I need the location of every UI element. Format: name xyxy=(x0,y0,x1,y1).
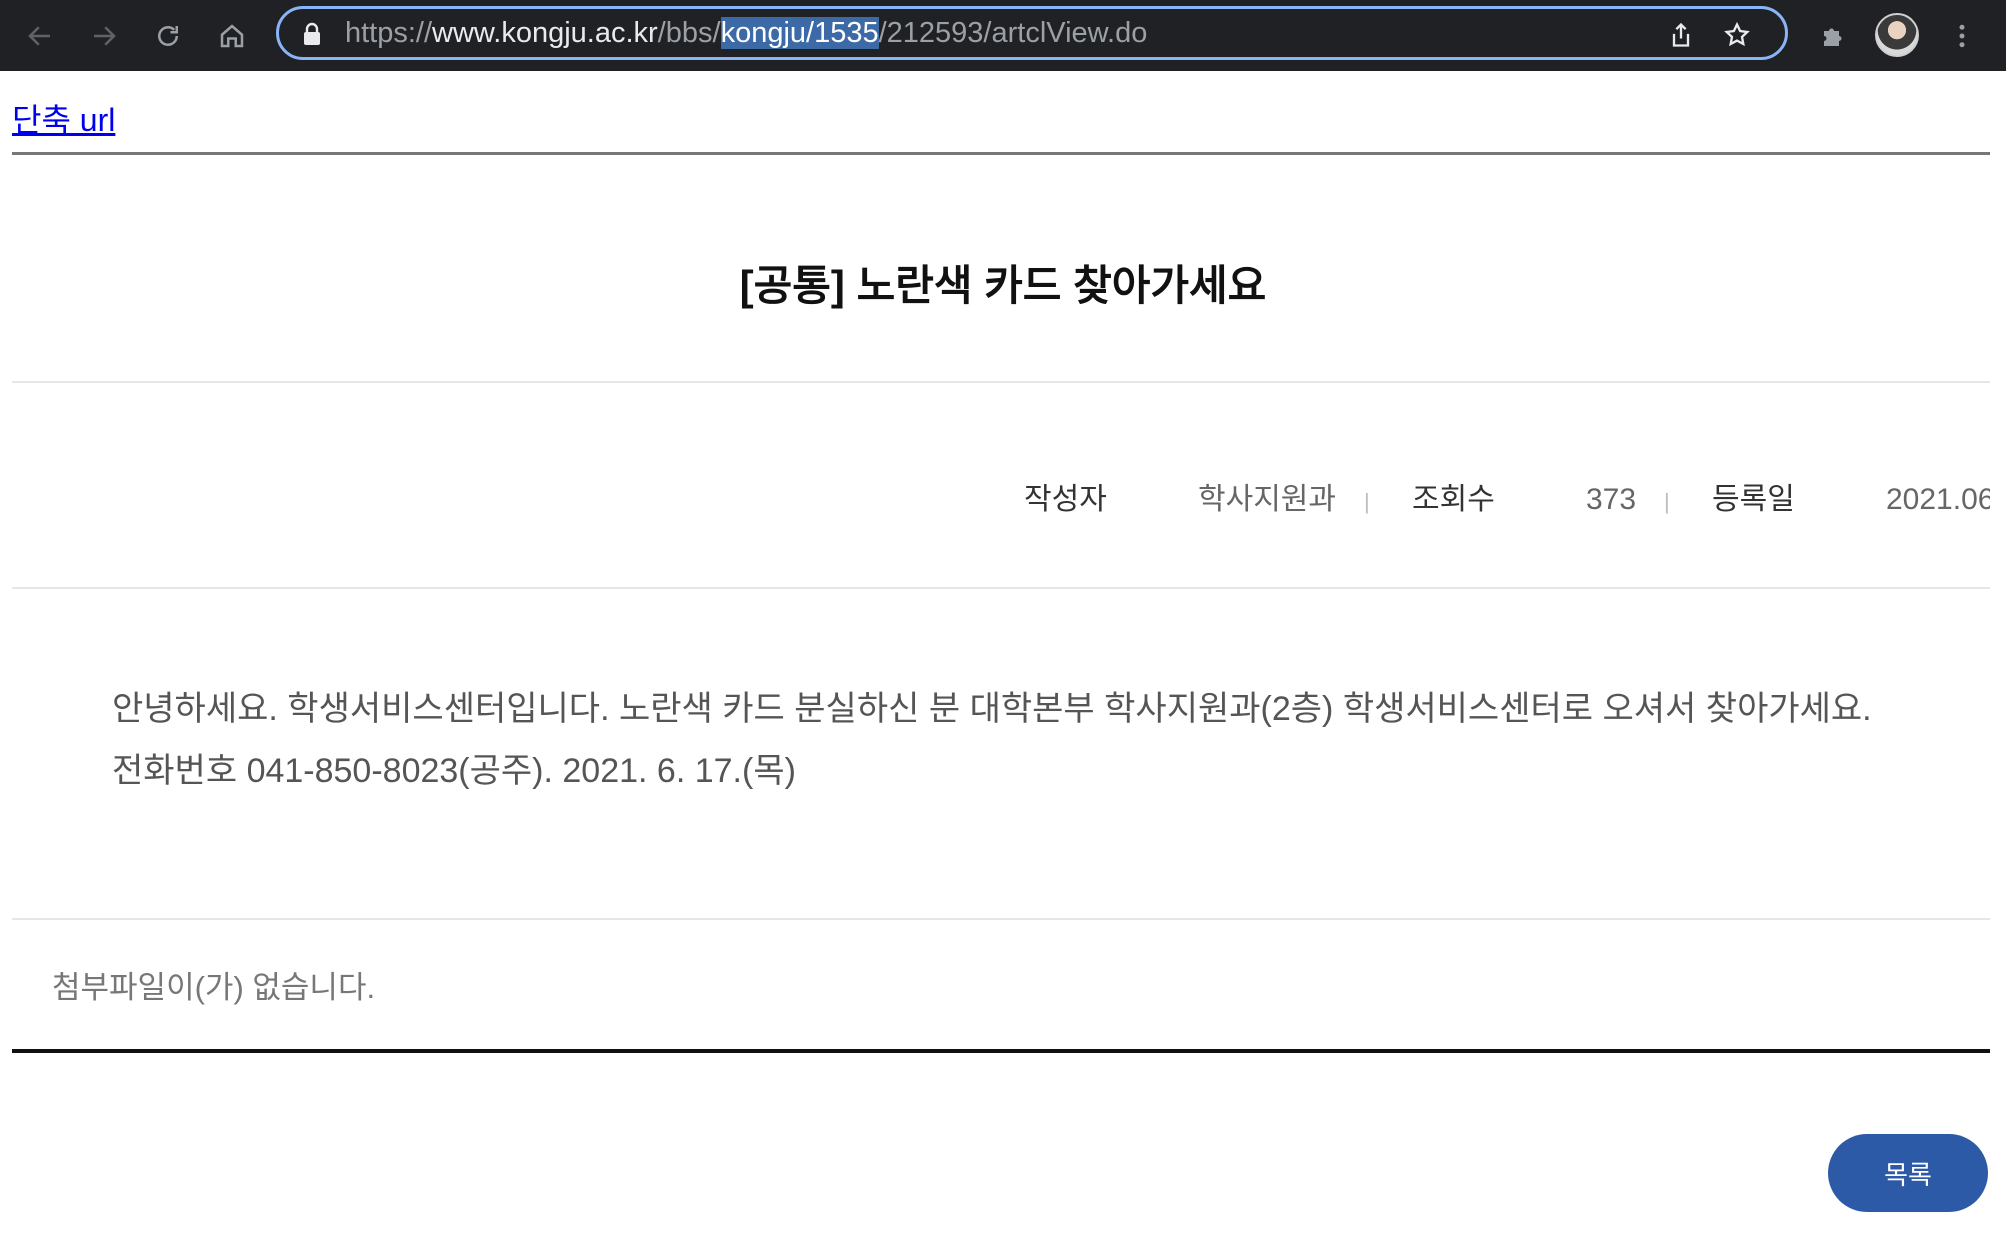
home-icon xyxy=(220,24,244,48)
kebab-menu-icon xyxy=(1959,24,1965,48)
lock-icon xyxy=(304,22,320,45)
page-title: [공통] 노란색 카드 찾아가세요 xyxy=(739,262,1267,309)
url-text[interactable]: https://www.kongju.ac.kr/bbs/kongju/1535… xyxy=(345,15,1147,51)
meta-date-label: 등록일 xyxy=(1712,483,1795,516)
arrow-right-icon xyxy=(94,26,116,46)
meta-separator: | xyxy=(1364,489,1370,514)
profile-avatar[interactable] xyxy=(1875,13,1919,57)
reload-button[interactable] xyxy=(146,14,190,58)
title-divider xyxy=(12,381,1990,383)
meta-views-value: 373 xyxy=(1586,483,1637,516)
browser-toolbar: https://www.kongju.ac.kr/bbs/kongju/1535… xyxy=(0,0,2006,71)
meta-author-value: 학사지원과 xyxy=(1198,483,1336,516)
meta-separator: | xyxy=(1664,489,1670,514)
content-line: 전화번호 041-850-8023(공주). 2021. 6. 17.(목) xyxy=(112,752,796,790)
arrow-left-icon xyxy=(28,26,50,46)
bookmark-button[interactable] xyxy=(1719,17,1755,53)
top-divider xyxy=(12,152,1990,155)
forward-button[interactable] xyxy=(82,14,126,58)
meta-date-value: 2021.06 xyxy=(1886,483,1990,516)
meta-author-label: 작성자 xyxy=(1024,483,1107,516)
content-line: 안녕하세요. 학생서비스센터입니다. 노란색 카드 분실하신 분 대학본부 학사… xyxy=(112,690,1872,728)
meta-divider xyxy=(12,587,1990,589)
bottom-divider xyxy=(12,1049,1990,1053)
reload-icon xyxy=(158,26,178,46)
back-button[interactable] xyxy=(18,14,62,58)
address-bar[interactable]: https://www.kongju.ac.kr/bbs/kongju/1535… xyxy=(276,6,1788,60)
share-button[interactable] xyxy=(1663,17,1699,53)
extensions-button[interactable] xyxy=(1812,14,1856,58)
content-divider xyxy=(12,918,1990,920)
menu-button[interactable] xyxy=(1940,14,1984,58)
share-icon xyxy=(1672,22,1690,47)
star-icon xyxy=(1724,21,1750,47)
meta-views-label: 조회수 xyxy=(1412,483,1495,516)
home-button[interactable] xyxy=(210,14,254,58)
puzzle-icon xyxy=(1824,28,1842,46)
attachment-text: 첨부파일이(가) 없습니다. xyxy=(52,970,376,1005)
post-content: 안녕하세요. 학생서비스센터입니다. 노란색 카드 분실하신 분 대학본부 학사… xyxy=(112,678,1912,802)
short-url-link[interactable]: 단축 url xyxy=(12,95,115,141)
list-button[interactable]: 목록 xyxy=(1828,1134,1988,1212)
